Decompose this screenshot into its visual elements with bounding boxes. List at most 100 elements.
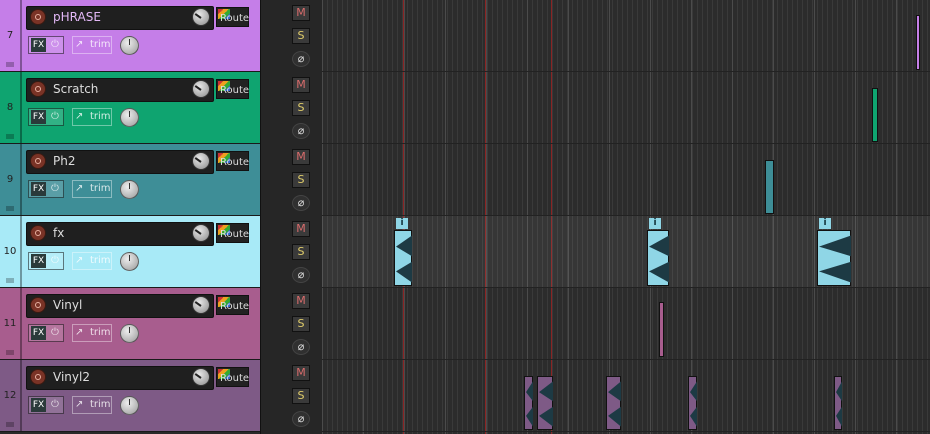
fx-power-icon[interactable]: ⏻	[48, 110, 62, 124]
solo-button[interactable]: S	[292, 172, 310, 188]
phase-invert-button[interactable]: ⌀	[292, 123, 310, 139]
media-item[interactable]	[916, 15, 920, 70]
folder-icon[interactable]	[6, 62, 14, 67]
route-button[interactable]: Route	[216, 295, 249, 315]
folder-icon[interactable]	[6, 134, 14, 139]
track-number-column[interactable]: 11	[0, 288, 22, 359]
folder-icon[interactable]	[6, 422, 14, 427]
trim-button[interactable]: ↗ trim	[72, 108, 112, 126]
track-name-box[interactable]: fx	[26, 222, 214, 246]
solo-button[interactable]: S	[292, 28, 310, 44]
phase-invert-button[interactable]: ⌀	[292, 51, 310, 67]
track-number-column[interactable]: 10	[0, 216, 22, 287]
record-arm-icon[interactable]	[30, 297, 46, 313]
track-name[interactable]: fx	[53, 226, 64, 240]
solo-button[interactable]: S	[292, 100, 310, 116]
track-lane[interactable]	[322, 288, 930, 360]
track-lane[interactable]	[322, 0, 930, 72]
media-item[interactable]	[765, 160, 774, 214]
solo-button[interactable]: S	[292, 244, 310, 260]
solo-button[interactable]: S	[292, 316, 310, 332]
trim-button[interactable]: ↗ trim	[72, 396, 112, 414]
media-item[interactable]	[659, 302, 664, 357]
trim-button[interactable]: ↗ trim	[72, 36, 112, 54]
mute-button[interactable]: M	[292, 293, 310, 309]
item-info-badge[interactable]: i	[649, 218, 661, 229]
record-arm-icon[interactable]	[30, 9, 46, 25]
fx-button[interactable]: FX ⏻	[28, 396, 64, 414]
mute-button[interactable]: M	[292, 5, 310, 21]
track-name-box[interactable]: Ph2	[26, 150, 214, 174]
media-item[interactable]	[834, 376, 842, 430]
phase-invert-button[interactable]: ⌀	[292, 195, 310, 211]
fx-button[interactable]: FX ⏻	[28, 180, 64, 198]
volume-knob[interactable]	[192, 224, 210, 242]
track-name-box[interactable]: Vinyl	[26, 294, 214, 318]
mute-button[interactable]: M	[292, 77, 310, 93]
track-10[interactable]: 10 fx Route FX ⏻ ↗ trim	[0, 216, 260, 288]
pan-knob[interactable]	[120, 252, 139, 271]
phase-invert-button[interactable]: ⌀	[292, 411, 310, 427]
track-name-box[interactable]: pHRASE	[26, 6, 214, 30]
track-name[interactable]: pHRASE	[53, 10, 101, 24]
trim-button[interactable]: ↗ trim	[72, 180, 112, 198]
pan-knob[interactable]	[120, 108, 139, 127]
fx-button[interactable]: FX ⏻	[28, 108, 64, 126]
volume-knob[interactable]	[192, 152, 210, 170]
track-number-column[interactable]: 9	[0, 144, 22, 215]
fx-button[interactable]: FX ⏻	[28, 36, 64, 54]
media-item[interactable]	[537, 376, 553, 430]
track-12[interactable]: 12 Vinyl2 Route FX ⏻ ↗ trim	[0, 360, 260, 432]
track-9[interactable]: 9 Ph2 Route FX ⏻ ↗ trim	[0, 144, 260, 216]
record-arm-icon[interactable]	[30, 369, 46, 385]
route-button[interactable]: Route	[216, 79, 249, 99]
media-item[interactable]	[647, 230, 669, 286]
media-item[interactable]	[606, 376, 621, 430]
volume-knob[interactable]	[192, 296, 210, 314]
record-arm-icon[interactable]	[30, 225, 46, 241]
trim-button[interactable]: ↗ trim	[72, 324, 112, 342]
volume-knob[interactable]	[192, 8, 210, 26]
track-name-box[interactable]: Vinyl2	[26, 366, 214, 390]
item-info-badge[interactable]: i	[396, 218, 408, 229]
mute-button[interactable]: M	[292, 365, 310, 381]
fx-power-icon[interactable]: ⏻	[48, 326, 62, 340]
track-number-column[interactable]: 7	[0, 0, 22, 71]
record-arm-icon[interactable]	[30, 153, 46, 169]
media-item[interactable]	[817, 230, 851, 286]
media-item[interactable]	[524, 376, 533, 430]
folder-icon[interactable]	[6, 278, 14, 283]
volume-knob[interactable]	[192, 368, 210, 386]
trim-button[interactable]: ↗ trim	[72, 252, 112, 270]
volume-knob[interactable]	[192, 80, 210, 98]
folder-icon[interactable]	[6, 350, 14, 355]
item-info-badge[interactable]: i	[819, 218, 831, 229]
fx-power-icon[interactable]: ⏻	[48, 254, 62, 268]
track-number-column[interactable]: 12	[0, 360, 22, 431]
track-7[interactable]: 7 pHRASE Route FX ⏻ ↗ trim	[0, 0, 260, 72]
track-lane[interactable]	[322, 144, 930, 216]
record-arm-icon[interactable]	[30, 81, 46, 97]
mute-button[interactable]: M	[292, 149, 310, 165]
arrange-view[interactable]: iii	[322, 0, 930, 434]
track-name[interactable]: Vinyl2	[53, 370, 90, 384]
track-number-column[interactable]: 8	[0, 72, 22, 143]
fx-button[interactable]: FX ⏻	[28, 324, 64, 342]
fx-power-icon[interactable]: ⏻	[48, 182, 62, 196]
mute-button[interactable]: M	[292, 221, 310, 237]
media-item[interactable]	[688, 376, 697, 430]
phase-invert-button[interactable]: ⌀	[292, 339, 310, 355]
pan-knob[interactable]	[120, 36, 139, 55]
pan-knob[interactable]	[120, 324, 139, 343]
solo-button[interactable]: S	[292, 388, 310, 404]
track-name[interactable]: Vinyl	[53, 298, 82, 312]
fx-button[interactable]: FX ⏻	[28, 252, 64, 270]
fx-power-icon[interactable]: ⏻	[48, 38, 62, 52]
track-name[interactable]: Scratch	[53, 82, 98, 96]
track-lane[interactable]	[322, 72, 930, 144]
route-button[interactable]: Route	[216, 151, 249, 171]
route-button[interactable]: Route	[216, 7, 249, 27]
route-button[interactable]: Route	[216, 223, 249, 243]
folder-icon[interactable]	[6, 206, 14, 211]
route-button[interactable]: Route	[216, 367, 249, 387]
